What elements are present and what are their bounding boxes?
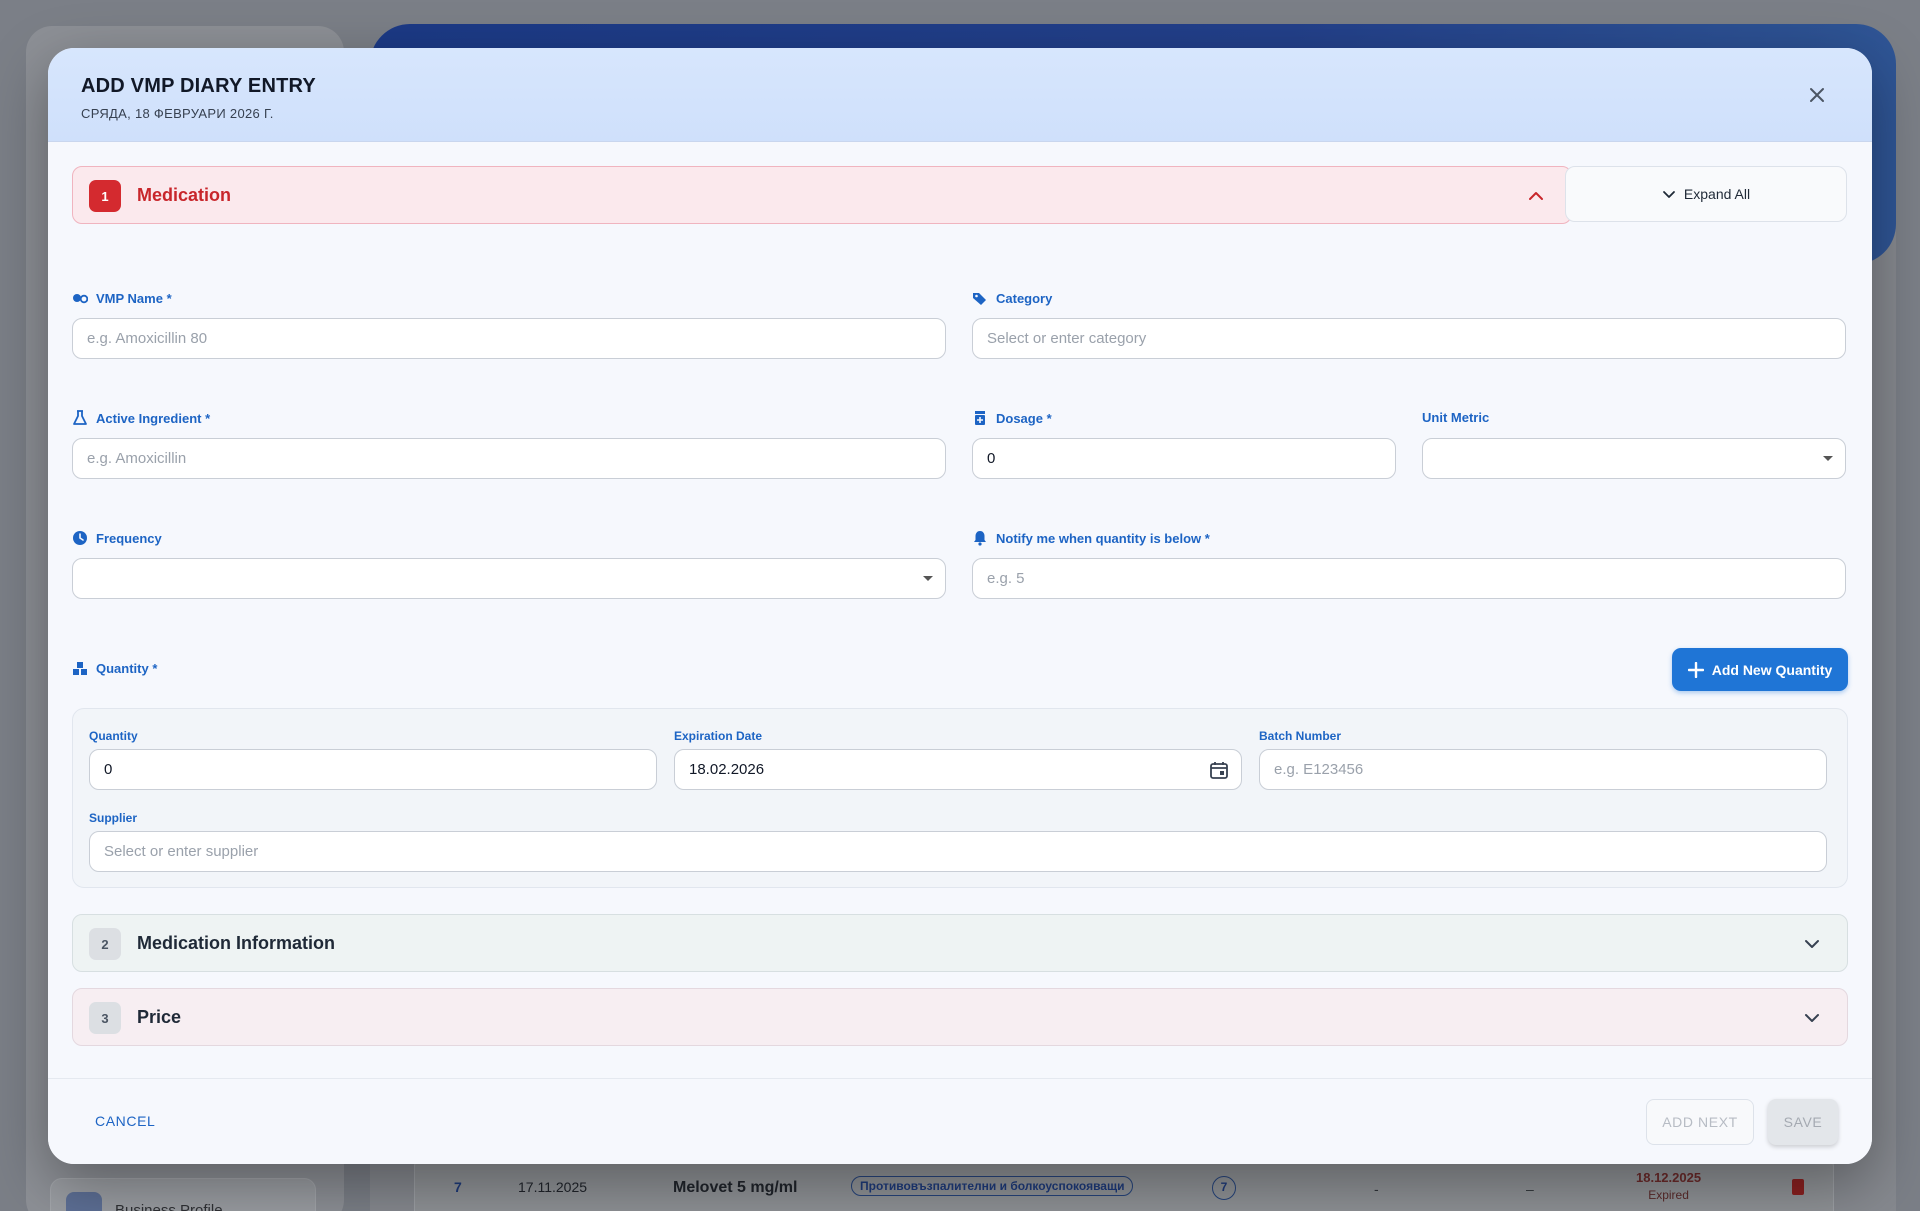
- dropdown-caret-icon: [1823, 456, 1833, 461]
- section-number: 1: [89, 180, 121, 212]
- boxes-icon: [73, 662, 87, 675]
- save-button[interactable]: SAVE: [1768, 1099, 1838, 1145]
- bell-icon: [974, 531, 986, 546]
- section-number: 2: [89, 928, 121, 960]
- supplier-label: Supplier: [89, 811, 138, 825]
- vmp-name-label-text: VMP Name *: [96, 290, 172, 306]
- batch-number-input[interactable]: e.g. E123456: [1259, 749, 1827, 790]
- frequency-label-text: Frequency: [96, 530, 162, 546]
- cancel-button[interactable]: CANCEL: [95, 1113, 155, 1129]
- row-name: Melovet 5 mg/ml: [673, 1179, 798, 1196]
- calendar-icon[interactable]: [1209, 760, 1229, 780]
- business-icon: [66, 1192, 102, 1211]
- add-vmp-dialog: ADD VMP DIARY ENTRY СРЯДА, 18 ФЕВРУАРИ 2…: [48, 48, 1872, 1164]
- add-next-button[interactable]: ADD NEXT: [1646, 1099, 1754, 1145]
- quantity-input[interactable]: 0: [89, 749, 657, 790]
- dropdown-caret-icon: [923, 576, 933, 581]
- plus-icon: [1687, 661, 1704, 678]
- pills-icon: [73, 294, 88, 304]
- section-number: 3: [89, 1002, 121, 1034]
- category-label: Category: [972, 290, 1052, 306]
- notify-label-text: Notify me when quantity is below *: [996, 530, 1210, 546]
- dialog-footer: CANCEL ADD NEXT SAVE: [48, 1078, 1872, 1164]
- row-category-tag: Противовъзпалителни и болкоуспокояващи: [851, 1176, 1134, 1196]
- dosage-label: Dosage *: [972, 410, 1052, 426]
- frequency-select[interactable]: [72, 558, 946, 599]
- notify-threshold-input[interactable]: e.g. 5: [972, 558, 1846, 599]
- expiration-date-input[interactable]: 18.02.2026: [674, 749, 1242, 790]
- dialog-date: СРЯДА, 18 ФЕВРУАРИ 2026 Г.: [81, 106, 274, 121]
- category-label-text: Category: [996, 290, 1053, 306]
- vmp-name-input[interactable]: e.g. Amoxicillin 80: [72, 318, 946, 359]
- quantity-label: Quantity: [89, 729, 138, 743]
- trash-icon: [1792, 1179, 1804, 1195]
- expand-all-label: Expand All: [1683, 186, 1751, 202]
- flask-icon: [73, 410, 87, 425]
- dialog-header: ADD VMP DIARY ENTRY СРЯДА, 18 ФЕВРУАРИ 2…: [48, 48, 1872, 142]
- row-date: 17.11.2025: [518, 1179, 588, 1195]
- chevron-up-icon: [1529, 192, 1543, 200]
- add-new-quantity-button[interactable]: Add New Quantity: [1672, 648, 1848, 691]
- row-expiration-date: 18.12.2025: [1636, 1170, 1702, 1185]
- quantity-section-label-text: Quantity *: [96, 660, 158, 676]
- active-ingredient-label: Active Ingredient *: [72, 410, 210, 426]
- chevron-down-icon: [1805, 1014, 1819, 1022]
- tags-icon: [973, 293, 986, 305]
- expiration-date-label: Expiration Date: [674, 729, 763, 743]
- section-label: Medication: [137, 185, 232, 205]
- vmp-name-label: VMP Name *: [72, 290, 172, 306]
- dosage-input[interactable]: 0: [972, 438, 1396, 479]
- expand-all-button[interactable]: Expand All: [1565, 166, 1847, 222]
- dosage-label-text: Dosage *: [996, 410, 1052, 426]
- chevron-down-icon: [1805, 940, 1819, 948]
- row-number: 7: [454, 1179, 462, 1195]
- unit-metric-label: Unit Metric: [1422, 410, 1489, 425]
- close-icon[interactable]: [1804, 82, 1830, 108]
- expiration-date-value: 18.02.2026: [689, 761, 765, 778]
- row-cell: -: [1374, 1181, 1379, 1197]
- row-count-badge: 7: [1212, 1176, 1236, 1200]
- frequency-label: Frequency: [72, 530, 162, 546]
- section-price-header[interactable]: 3 Price: [72, 988, 1848, 1046]
- dialog-title: ADD VMP DIARY ENTRY: [81, 75, 316, 97]
- category-input[interactable]: Select or enter category: [972, 318, 1846, 359]
- section-medication-information-header[interactable]: 2 Medication Information: [72, 914, 1848, 972]
- quantity-section-label: Quantity *: [72, 660, 157, 676]
- row-cell: –: [1526, 1181, 1534, 1197]
- section-label: Medication Information: [137, 933, 335, 953]
- unit-metric-select[interactable]: [1422, 438, 1846, 479]
- notify-label: Notify me when quantity is below *: [972, 530, 1210, 546]
- section-label: Price: [137, 1007, 182, 1027]
- chevron-down-icon: [1663, 191, 1675, 198]
- row-expiration-status: Expired: [1648, 1188, 1689, 1202]
- add-new-quantity-label: Add New Quantity: [1711, 661, 1833, 678]
- prescription-bottle-icon: [975, 411, 985, 425]
- batch-number-label: Batch Number: [1259, 729, 1342, 743]
- active-ingredient-input[interactable]: e.g. Amoxicillin: [72, 438, 946, 479]
- quantity-entry-card: Quantity 0 Expiration Date 18.02.2026 Ba…: [72, 708, 1848, 888]
- section-medication-header[interactable]: 1 Medication: [72, 166, 1572, 224]
- row-expiration: 18.12.2025 Expired: [1636, 1170, 1701, 1202]
- supplier-input[interactable]: Select or enter supplier: [89, 831, 1827, 872]
- active-ingredient-label-text: Active Ingredient *: [96, 410, 211, 426]
- sidebar-item-label: Business Profile: [115, 1202, 223, 1211]
- clock-icon: [73, 531, 87, 545]
- unit-metric-label-text: Unit Metric: [1422, 410, 1490, 425]
